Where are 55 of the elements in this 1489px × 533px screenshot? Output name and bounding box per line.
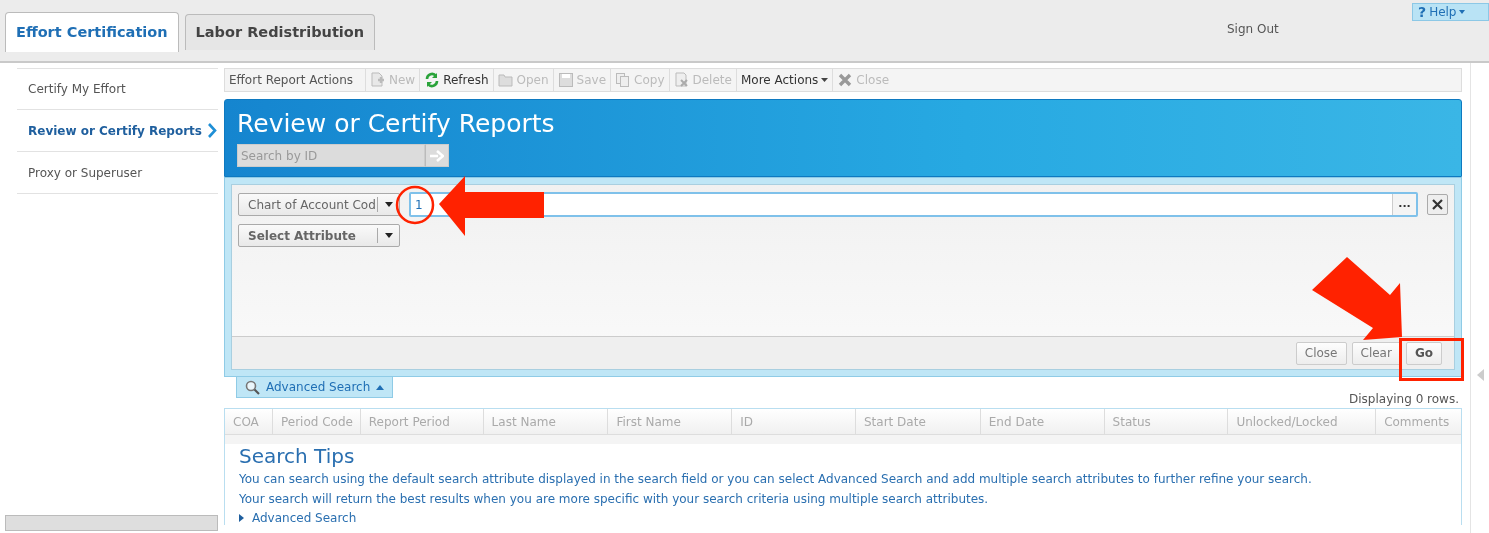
column-header[interactable]: End Date	[980, 409, 1105, 434]
select-attribute-dropdown[interactable]: Select Attribute	[238, 224, 400, 247]
collapse-handle-icon	[1477, 369, 1484, 381]
column-header[interactable]: COA	[225, 409, 273, 434]
caret-icon	[384, 202, 393, 207]
advanced-search-tab[interactable]: Advanced Search	[236, 377, 394, 398]
caret-icon	[384, 233, 393, 238]
tip-text: You can search using the default search attribute displayed in the search field or you can select Advanced Search and add multiple search attributes to further refine your search.	[239, 471, 1313, 487]
highlight-frame	[1399, 338, 1464, 381]
refresh-icon	[424, 72, 441, 88]
expand-arrow-icon	[239, 514, 244, 522]
module-tab[interactable]: Labor Redistribution	[184, 14, 376, 50]
close-icon	[1432, 199, 1443, 210]
module-tab[interactable]: Effort Certification	[5, 12, 179, 52]
column-header[interactable]: ID	[732, 409, 856, 434]
toolbar-button[interactable]: Refresh	[419, 69, 493, 91]
attribute-dropdown[interactable]: Chart of Account Cod	[238, 193, 400, 216]
panel-button[interactable]: Clear	[1351, 341, 1401, 365]
caret-icon	[821, 78, 829, 82]
column-header[interactable]: Status	[1104, 409, 1229, 434]
document-icon	[370, 72, 386, 88]
column-header[interactable]: Unlocked/Locked	[1228, 409, 1377, 434]
caret-icon	[1459, 10, 1466, 14]
help-button[interactable]: ? Help	[1412, 3, 1489, 21]
search-field[interactable]: Search by ID	[237, 144, 425, 167]
column-header[interactable]: Last Name	[483, 409, 609, 434]
section-heading: Search Tips	[239, 444, 356, 468]
chevron-right-icon	[208, 123, 217, 138]
column-header[interactable]: First Name	[608, 409, 733, 434]
sign-out-link[interactable]: Sign Out	[1227, 20, 1279, 38]
arrow-right-icon	[430, 149, 444, 162]
folder-icon	[497, 72, 514, 88]
remove-button[interactable]	[1427, 194, 1448, 215]
annotation-circle	[395, 185, 435, 225]
delete-document-icon	[673, 72, 690, 88]
caret-icon	[376, 384, 385, 390]
close-icon	[837, 72, 854, 88]
page-title: Review or Certify Reports	[237, 110, 556, 138]
panel-button[interactable]: Close	[1295, 341, 1347, 365]
copy-icon	[615, 72, 632, 88]
column-header[interactable]: Period Code	[272, 409, 361, 434]
sidebar-item[interactable]: Review or Certify Reports	[17, 110, 218, 152]
row-count: Displaying 0 rows.	[1349, 391, 1460, 408]
lookup-button[interactable]: ...	[1392, 194, 1416, 215]
panel-button[interactable]: Go	[1405, 341, 1442, 365]
column-header[interactable]: Start Date	[856, 409, 981, 434]
tip-text: Your search will return the best results when you are more specific with your search criteria using multiple search attributes.	[239, 491, 990, 507]
sidebar-item[interactable]: Proxy or Superuser	[17, 152, 218, 194]
column-header[interactable]: Report Period	[360, 409, 484, 434]
toolbar-title: Effort Report Actions	[228, 72, 355, 89]
sidebar-item[interactable]: Certify My Effort	[17, 68, 218, 110]
search-icon	[245, 379, 260, 395]
column-header[interactable]: Comments	[1376, 409, 1461, 434]
toolbar-button[interactable]: More Actions	[735, 69, 833, 91]
advanced-search-link[interactable]: Advanced Search	[239, 511, 357, 525]
